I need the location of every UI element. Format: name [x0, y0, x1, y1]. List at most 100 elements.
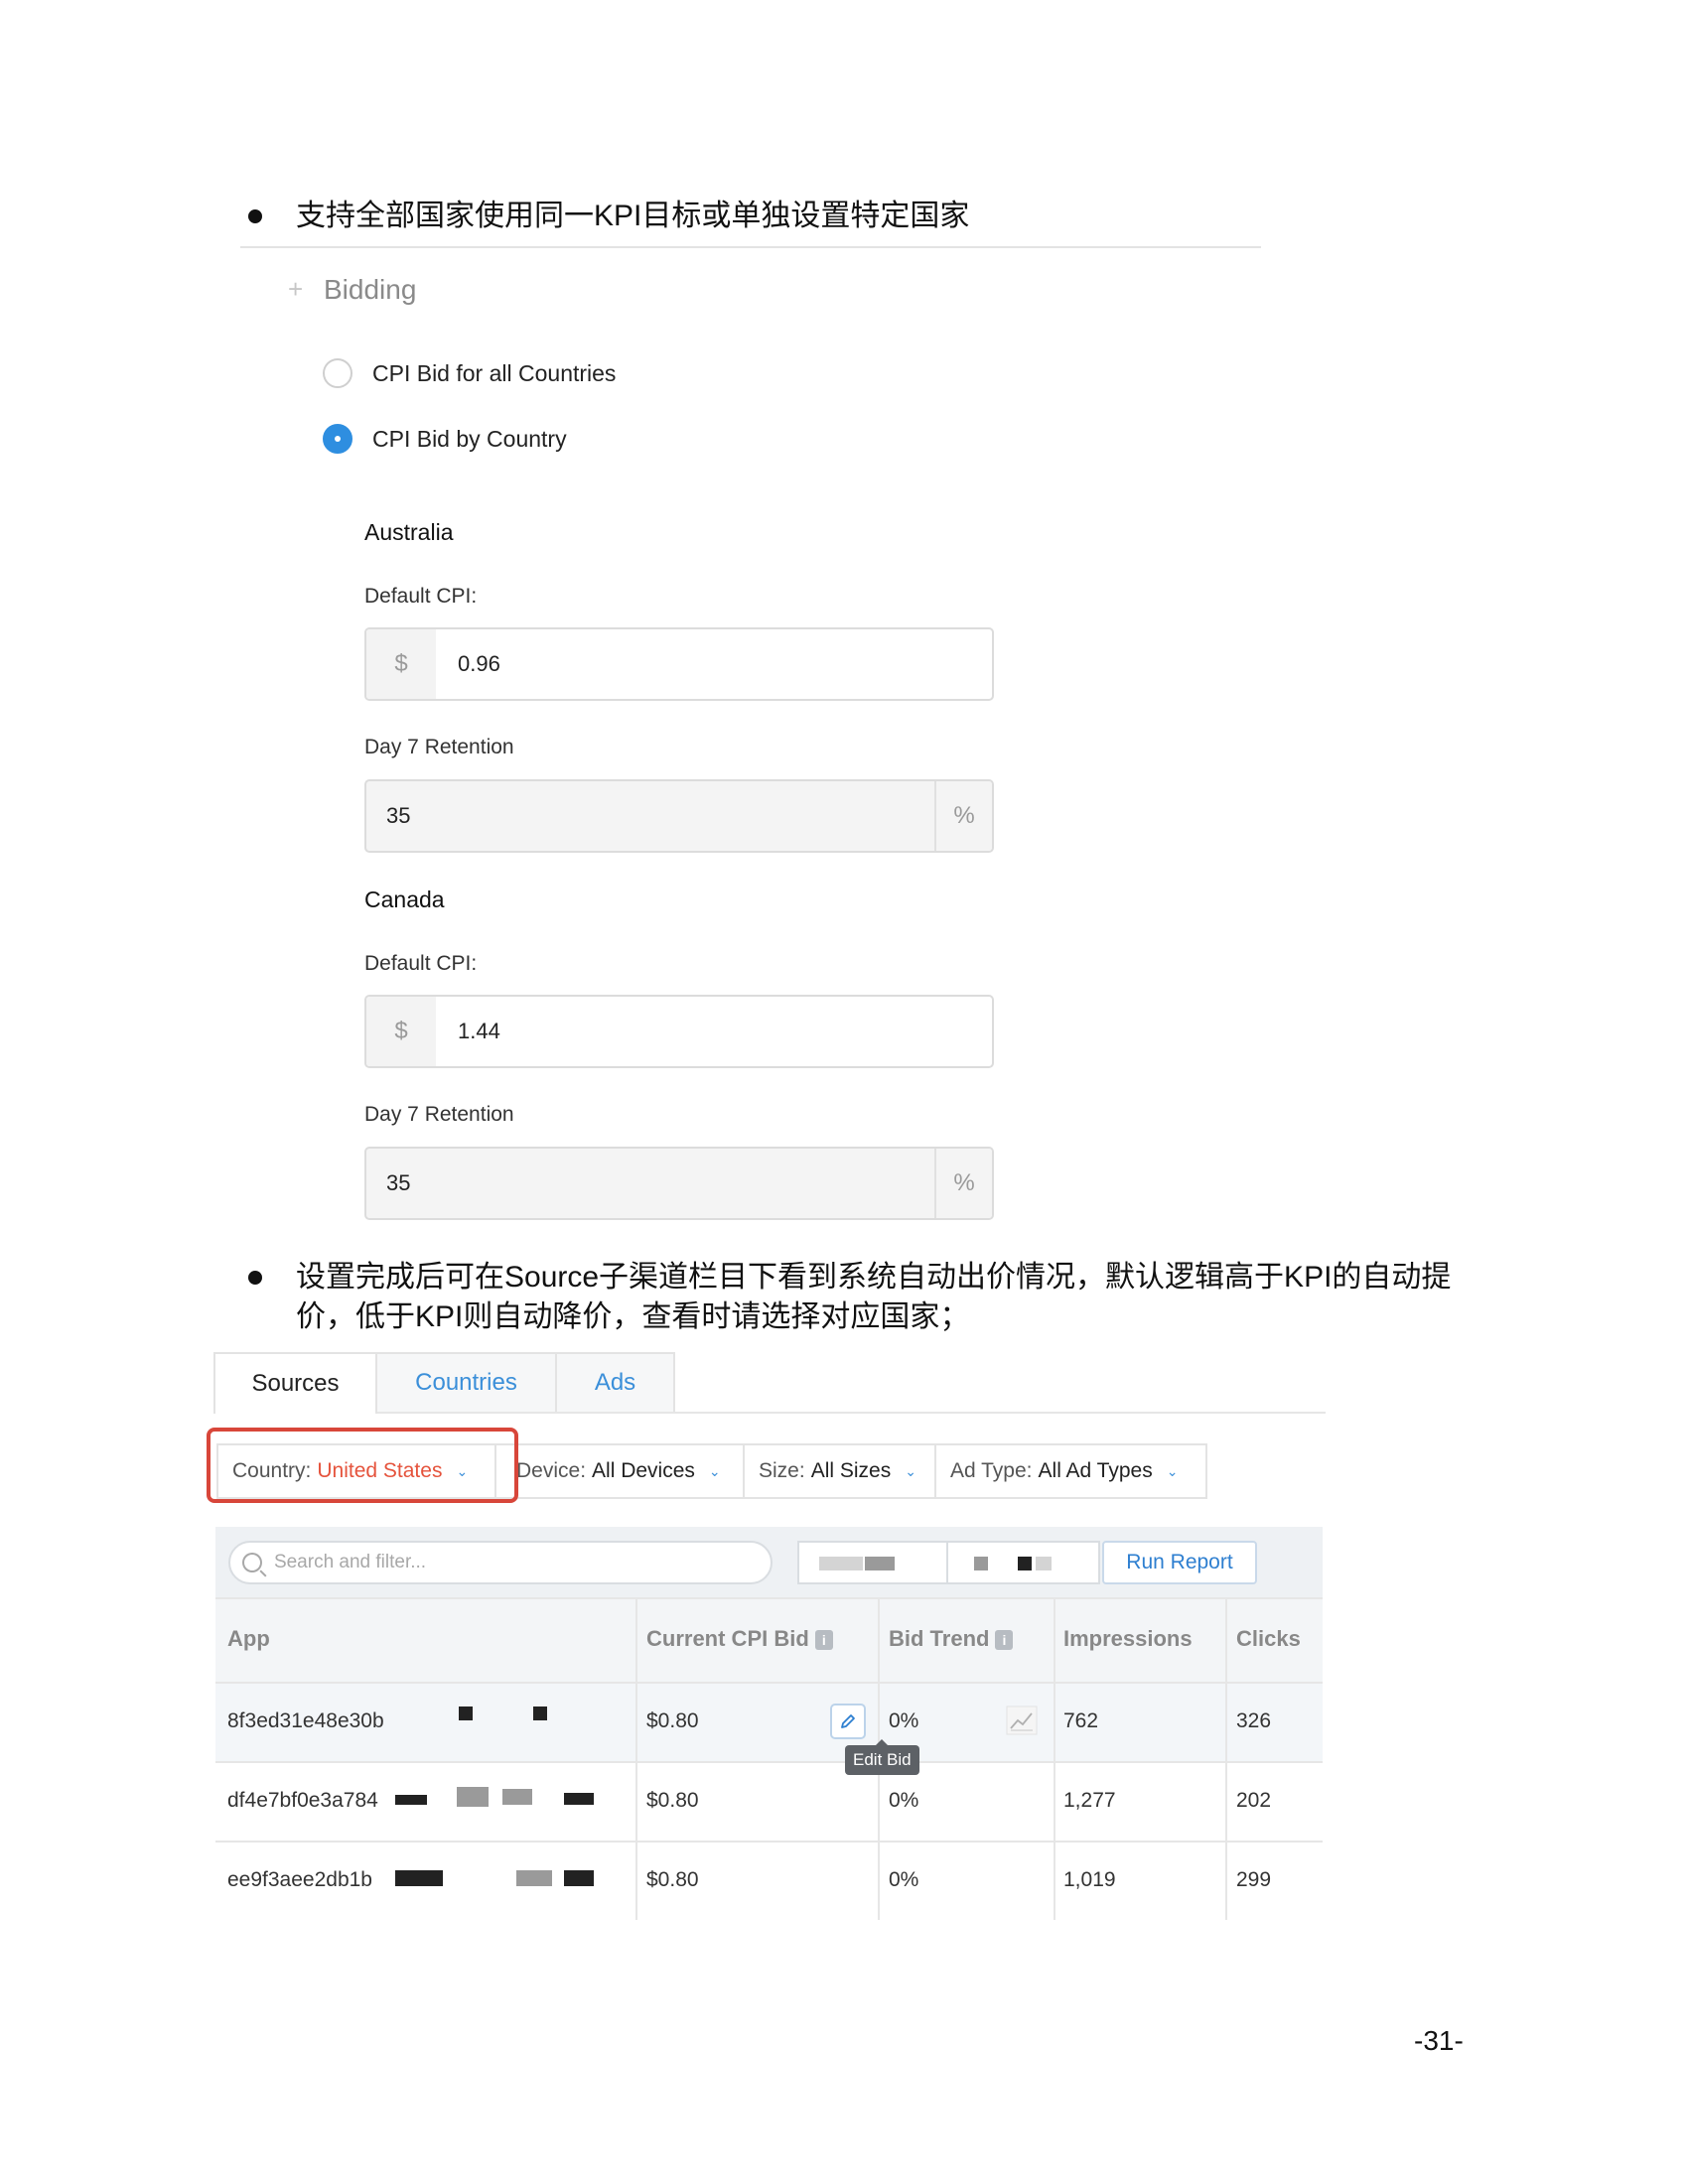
cell-current-bid: $0.80 — [646, 1868, 699, 1891]
bullet-text-source-line1: 设置完成后可在Source子渠道栏目下看到系统自动出价情况，默认逻辑高于KPI的… — [296, 1261, 1452, 1294]
retention-label: Day 7 Retention — [364, 1103, 514, 1126]
redacted-block — [395, 1870, 443, 1886]
search-box[interactable] — [228, 1541, 773, 1584]
redacted-block — [1018, 1557, 1032, 1570]
cell-bid-trend: 0% — [889, 1868, 919, 1891]
redacted-block — [533, 1706, 547, 1720]
cell-current-bid: $0.80 — [646, 1789, 699, 1812]
percent-addon: % — [934, 781, 992, 851]
cpi-value[interactable]: 0.96 — [458, 651, 500, 677]
cell-clicks: 299 — [1236, 1868, 1272, 1891]
filter-ad-type-value: All Ad Types — [1038, 1459, 1153, 1482]
redacted-block — [502, 1789, 532, 1805]
redacted-block — [395, 1795, 427, 1805]
divider — [215, 1841, 1323, 1843]
chevron-down-icon: ⌄ — [708, 1462, 721, 1479]
date-range-end[interactable] — [946, 1541, 1100, 1584]
trend-chart-icon[interactable] — [1006, 1706, 1038, 1735]
cell-bid-trend: 0% — [889, 1789, 919, 1812]
cell-impressions: 1,019 — [1063, 1868, 1116, 1891]
tab-sources[interactable]: Sources — [213, 1352, 377, 1414]
radio-label-all-countries[interactable]: CPI Bid for all Countries — [372, 359, 616, 387]
retention-value[interactable]: 35 — [386, 803, 410, 829]
col-header-impressions[interactable]: Impressions — [1063, 1625, 1193, 1653]
bullet-dot — [248, 209, 262, 223]
column-divider — [635, 1598, 637, 1920]
redacted-block — [865, 1557, 895, 1570]
default-cpi-input-australia[interactable]: $ 0.96 — [364, 627, 994, 701]
retention-value[interactable]: 35 — [386, 1170, 410, 1196]
info-icon[interactable]: i — [814, 1630, 833, 1651]
col-header-current-cpi-bid[interactable]: Current CPI Bid i — [646, 1625, 833, 1653]
radio-cpi-all-countries[interactable] — [323, 358, 352, 388]
radio-label-by-country[interactable]: CPI Bid by Country — [372, 425, 567, 453]
cell-app[interactable]: df4e7bf0e3a784 — [227, 1788, 378, 1814]
country-name-canada: Canada — [364, 887, 445, 912]
column-divider — [1225, 1598, 1227, 1920]
default-cpi-input-canada[interactable]: $ 1.44 — [364, 995, 994, 1068]
cell-app[interactable]: ee9f3aee2db1b — [227, 1867, 372, 1893]
cell-bid-trend: 0% — [889, 1709, 919, 1732]
redacted-block — [564, 1793, 594, 1805]
chevron-down-icon: ⌄ — [1166, 1462, 1179, 1479]
edit-bid-button[interactable] — [830, 1704, 866, 1739]
cell-current-bid: $0.80 — [646, 1709, 699, 1732]
country-filter-highlight — [207, 1428, 518, 1503]
pencil-icon — [841, 1714, 855, 1728]
default-cpi-label: Default CPI: — [364, 585, 478, 608]
filter-device-value: All Devices — [592, 1459, 695, 1482]
tabs-underline — [213, 1412, 1326, 1414]
cell-impressions: 762 — [1063, 1709, 1099, 1732]
redacted-block — [516, 1870, 552, 1886]
filter-ad-type[interactable]: Ad Type: All Ad Types ⌄ — [934, 1443, 1207, 1499]
filter-size-label: Size: — [759, 1459, 805, 1482]
default-cpi-label: Default CPI: — [364, 952, 478, 975]
chevron-down-icon: ⌄ — [905, 1462, 916, 1479]
column-divider — [1054, 1598, 1055, 1920]
percent-addon: % — [934, 1149, 992, 1218]
dollar-addon: $ — [366, 997, 436, 1066]
cell-impressions: 1,277 — [1063, 1789, 1116, 1812]
tab-countries[interactable]: Countries — [375, 1352, 557, 1412]
col-header-app[interactable]: App — [227, 1625, 270, 1653]
filter-size-value: All Sizes — [810, 1459, 892, 1482]
divider — [215, 1761, 1323, 1763]
info-icon[interactable]: i — [995, 1630, 1014, 1651]
cell-app[interactable]: 8f3ed31e48e30b — [227, 1708, 384, 1734]
divider — [215, 1597, 1323, 1599]
expand-plus-icon[interactable]: + — [288, 274, 303, 304]
tab-ads[interactable]: Ads — [555, 1352, 675, 1412]
filter-device-label: Device: — [516, 1459, 587, 1482]
retention-input-canada[interactable]: 35 % — [364, 1147, 994, 1220]
retention-input-australia[interactable]: 35 % — [364, 779, 994, 853]
cell-clicks: 202 — [1236, 1789, 1272, 1812]
search-input[interactable] — [271, 1551, 771, 1574]
col-header-current-cpi-bid-label: Current CPI Bid — [646, 1626, 809, 1651]
date-range-start[interactable] — [797, 1541, 948, 1584]
bullet-dot — [248, 1271, 262, 1285]
radio-cpi-by-country[interactable] — [323, 424, 352, 454]
redacted-block — [819, 1557, 863, 1570]
bidding-title[interactable]: Bidding — [324, 274, 416, 306]
redacted-block — [457, 1787, 489, 1807]
col-header-clicks[interactable]: Clicks — [1236, 1625, 1301, 1653]
country-name-australia: Australia — [364, 519, 454, 545]
col-header-bid-trend-label: Bid Trend — [889, 1626, 990, 1651]
bullet-text-source-line2: 价，低于KPI则自动降价，查看时请选择对应国家； — [296, 1300, 970, 1333]
cpi-value[interactable]: 1.44 — [458, 1019, 500, 1044]
redacted-block — [459, 1706, 473, 1720]
divider — [215, 1682, 1323, 1684]
divider — [240, 246, 1261, 248]
search-icon — [242, 1553, 262, 1572]
filter-size[interactable]: Size: All Sizes ⌄ — [743, 1443, 936, 1499]
run-report-button[interactable]: Run Report — [1102, 1541, 1257, 1584]
redacted-block — [974, 1557, 988, 1570]
dollar-addon: $ — [366, 629, 436, 699]
filter-device[interactable]: Device: All Devices ⌄ — [494, 1443, 745, 1499]
cell-clicks: 326 — [1236, 1709, 1272, 1732]
page-number: -31- — [1414, 2025, 1464, 2056]
edit-bid-tooltip: Edit Bid — [845, 1739, 919, 1775]
retention-label: Day 7 Retention — [364, 736, 514, 758]
col-header-bid-trend[interactable]: Bid Trend i — [889, 1625, 1014, 1653]
redacted-block — [564, 1870, 594, 1886]
